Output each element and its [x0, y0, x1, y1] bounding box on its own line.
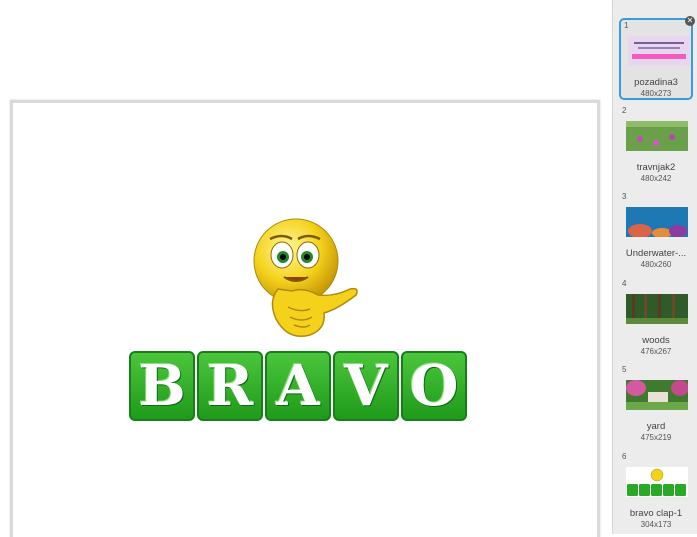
costume-item-3[interactable]: 3 Underwater-... 480x260 [619, 191, 693, 273]
costume-thumbnail [626, 121, 688, 151]
costume-name: Underwater-... [625, 248, 687, 259]
costume-item-2[interactable]: 2 travnjak2 480x242 [619, 105, 693, 187]
bravo-letter-v: V [333, 351, 399, 421]
costume-name: woods [642, 335, 670, 346]
costume-number: 6 [622, 452, 627, 461]
bravo-letter-b: B [129, 351, 195, 421]
bravo-letter-a: A [265, 351, 331, 421]
costume-item-5[interactable]: 5 yard 475x219 [619, 364, 693, 446]
costume-size: 475x219 [640, 433, 672, 442]
costume-name: pozadina3 [634, 77, 678, 88]
costume-thumbnail [626, 467, 688, 497]
costume-number: 5 [622, 365, 627, 374]
costume-size: 476x267 [640, 347, 672, 356]
costume-size: 480x242 [640, 174, 672, 183]
bravo-letter-r: R [197, 351, 263, 421]
bravo-letter-o: O [401, 351, 467, 421]
costume-item-4[interactable]: 4 woods 476x267 [619, 278, 693, 360]
stage-canvas[interactable]: B R A V O [10, 100, 600, 537]
delete-costume-icon[interactable]: ✕ [685, 16, 695, 26]
costume-item-6[interactable]: 6 bravo clap-1 304x173 [619, 451, 693, 533]
costume-thumbnail [626, 207, 688, 237]
costume-number: 1 [624, 21, 629, 30]
costume-list-panel[interactable]: 1 pozadina3 480x273 ✕ 2 travnjak2 480x24… [612, 0, 697, 534]
costume-number: 4 [622, 279, 627, 288]
clapping-smiley-icon [253, 218, 358, 337]
stage-sprite-area: B R A V O [13, 103, 597, 537]
costume-thumbnail [626, 380, 688, 410]
costume-name: travnjak2 [636, 162, 676, 173]
costume-number: 2 [622, 106, 627, 115]
costume-thumbnail [626, 294, 688, 324]
costume-name: bravo clap-1 [629, 508, 683, 519]
costume-number: 3 [622, 192, 627, 201]
costume-size: 480x260 [640, 260, 672, 269]
costume-size: 304x173 [640, 520, 672, 529]
costume-name: yard [646, 421, 666, 432]
costume-thumbnail [628, 36, 690, 66]
costume-item-1[interactable]: 1 pozadina3 480x273 ✕ [619, 16, 695, 100]
costume-size: 480x273 [640, 89, 672, 98]
bravo-blocks: B R A V O [129, 351, 467, 421]
